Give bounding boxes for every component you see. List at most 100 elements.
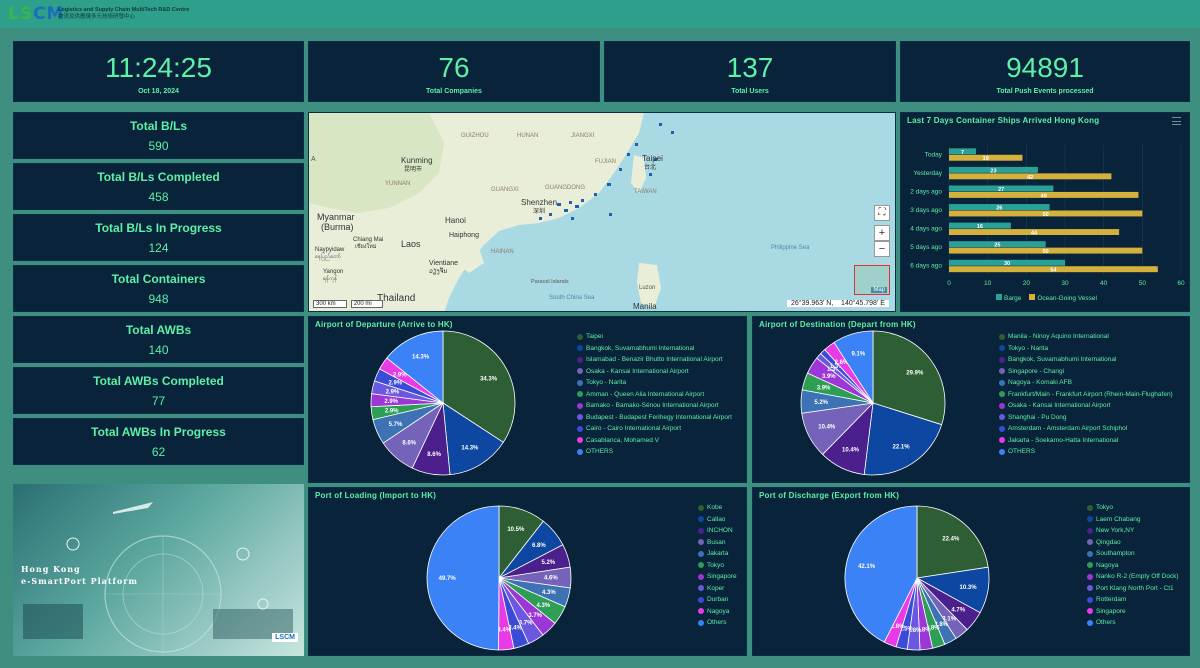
legend-item[interactable]: Amsterdam - Amsterdam Airport Schiphol bbox=[999, 423, 1173, 435]
legend-item[interactable]: Manila - Ninoy Aquino International bbox=[999, 331, 1173, 343]
legend-item[interactable]: Osaka - Kansai International Airport bbox=[999, 400, 1173, 412]
e-smartport-banner[interactable]: Hong Kong e-SmartPort Platform LSCM bbox=[13, 484, 304, 656]
map-label: South China Sea bbox=[549, 295, 595, 301]
legend-dot-icon bbox=[999, 379, 1005, 386]
legend-item[interactable]: Taipei bbox=[577, 331, 732, 343]
zoom-out-button[interactable]: − bbox=[874, 241, 890, 257]
legend-item[interactable]: OTHERS bbox=[999, 446, 1173, 458]
legend-dot-icon bbox=[1087, 619, 1093, 626]
legend-item[interactable]: Koper bbox=[698, 583, 737, 595]
map-label: 昆明市 bbox=[404, 165, 422, 173]
legend-item[interactable]: New York,NY bbox=[1087, 525, 1179, 537]
legend-item[interactable]: Casablanca, Mohamed V bbox=[577, 435, 732, 447]
ships-chart-legend: Barge Ocean-Going Vessel bbox=[996, 294, 1097, 302]
pie-slice-label: 2.9% bbox=[384, 399, 398, 405]
map-type-toggle[interactable]: Map bbox=[854, 265, 890, 295]
legend-item[interactable]: Jakarta - Soekarno-Hatta International bbox=[999, 435, 1173, 447]
legend-item[interactable]: Rotterdam bbox=[1087, 594, 1179, 606]
legend-item[interactable]: Tokyo bbox=[1087, 502, 1179, 514]
map-label: FUJIAN bbox=[595, 159, 616, 165]
legend-item[interactable]: Nanko R-2 (Empty Off Dock) bbox=[1087, 571, 1179, 583]
pie-slice-label: 2.9% bbox=[385, 408, 399, 414]
legend-item[interactable]: Tokyo bbox=[698, 560, 737, 572]
legend-dot-icon bbox=[999, 391, 1005, 398]
total-push-events-card: 94891 Total Push Events processed bbox=[900, 41, 1190, 102]
total-companies-value: 76 bbox=[438, 52, 470, 83]
legend-item[interactable]: Tokyo - Narita bbox=[999, 343, 1173, 355]
legend-item[interactable]: Shanghai - Pu Dong bbox=[999, 412, 1173, 424]
legend-item[interactable]: Nagoya bbox=[1087, 560, 1179, 572]
legend-item[interactable]: Jakarta bbox=[698, 548, 737, 560]
legend-item[interactable]: Qingdao bbox=[1087, 537, 1179, 549]
legend-dot-icon bbox=[999, 333, 1005, 340]
side-stat-title: Total AWBs In Progress bbox=[91, 425, 226, 439]
map-label: Paracel Islands bbox=[531, 279, 569, 285]
legend-item[interactable]: Busan bbox=[698, 537, 737, 549]
zoom-in-button[interactable]: + bbox=[874, 225, 890, 241]
legend-item[interactable]: Islamabad - Benazir Bhutto International… bbox=[577, 354, 732, 366]
legend-item[interactable]: Callao bbox=[698, 514, 737, 526]
pie-slice-label: 34.3% bbox=[480, 376, 498, 382]
legend-dot-icon bbox=[1087, 585, 1093, 592]
legend-item[interactable]: Bamako - Bamako-Sénou International Airp… bbox=[577, 400, 732, 412]
map-label: Taipei bbox=[642, 154, 663, 163]
legend-dot-icon bbox=[1087, 596, 1093, 603]
legend-label: Singapore bbox=[1096, 607, 1126, 615]
legend-label: Nagoya bbox=[1096, 561, 1119, 569]
map-label: TAIWAN bbox=[634, 189, 657, 195]
map-label: JIANGXI bbox=[571, 133, 595, 139]
legend-item[interactable]: Singapore bbox=[1087, 606, 1179, 618]
legend-dot-icon bbox=[698, 573, 704, 580]
legend-label: Budapest - Budapest Ferihegy Internation… bbox=[586, 413, 732, 421]
legend-dot-icon bbox=[1087, 608, 1093, 615]
pie-slice-label: 5.2% bbox=[541, 560, 555, 566]
side-stat-card: Total AWBs 140 bbox=[13, 316, 304, 363]
legend-barge[interactable]: Barge bbox=[996, 294, 1021, 302]
legend-item[interactable]: Budapest - Budapest Ferihegy Internation… bbox=[577, 412, 732, 424]
legend-item[interactable]: Bangkok, Suvarnabhumi International bbox=[999, 354, 1173, 366]
legend-item[interactable]: Laem Chabang bbox=[1087, 514, 1179, 526]
legend-item[interactable]: Frankfurt/Main - Frankfurt Airport (Rhei… bbox=[999, 389, 1173, 401]
legend-label: Port Klang North Port - Ct1 bbox=[1096, 584, 1174, 592]
legend-label: Islamabad - Benazir Bhutto International… bbox=[586, 356, 723, 364]
clock-time: 11:24:25 bbox=[105, 52, 212, 83]
legend-item[interactable]: Others bbox=[698, 617, 737, 629]
total-companies-card: 76 Total Companies bbox=[308, 41, 600, 102]
legend-dot-icon bbox=[577, 333, 583, 340]
fullscreen-button[interactable]: ⛶ bbox=[874, 205, 890, 221]
side-stat-title: Total B/Ls Completed bbox=[97, 170, 220, 184]
legend-item[interactable]: Port Klang North Port - Ct1 bbox=[1087, 583, 1179, 595]
legend-item[interactable]: INCHON bbox=[698, 525, 737, 537]
legend-barge-label: Barge bbox=[1004, 295, 1022, 302]
legend-item[interactable]: Amman - Queen Alia International Airport bbox=[577, 389, 732, 401]
map-canvas[interactable]: GUIZHOU HUNAN JIANGXI YUNNAN GUANGXI GUA… bbox=[309, 113, 896, 312]
map-scale-bar: 300 km 200 mi bbox=[313, 300, 383, 308]
ship-tracking-map[interactable]: GUIZHOU HUNAN JIANGXI YUNNAN GUANGXI GUA… bbox=[308, 112, 896, 312]
legend-item[interactable]: Kobe bbox=[698, 502, 737, 514]
legend-label: Frankfurt/Main - Frankfurt Airport (Rhei… bbox=[1008, 390, 1173, 398]
legend-ocean-going-vessel[interactable]: Ocean-Going Vessel bbox=[1029, 294, 1097, 302]
legend-item[interactable]: Others bbox=[1087, 617, 1179, 629]
legend-item[interactable]: OTHERS bbox=[577, 446, 732, 458]
legend-item[interactable]: Bangkok, Suvarnabhumi International bbox=[577, 343, 732, 355]
legend-item[interactable]: Cairo - Cairo International Airport bbox=[577, 423, 732, 435]
pie-slice-label: 4.7% bbox=[951, 607, 965, 613]
legend-dot-icon bbox=[698, 504, 704, 511]
legend-item[interactable]: Tokyo - Narita bbox=[577, 377, 732, 389]
legend-item[interactable]: Singapore bbox=[698, 571, 737, 583]
legend-item[interactable]: Nagoya bbox=[698, 606, 737, 618]
map-label: ရန်ကုန် bbox=[323, 274, 337, 283]
legend-item[interactable]: Durban bbox=[698, 594, 737, 606]
x-tick-label: 0 bbox=[947, 280, 951, 287]
legend-item[interactable]: Osaka - Kansai International Airport bbox=[577, 366, 732, 378]
lscm-logo[interactable]: LSCM bbox=[8, 4, 63, 24]
legend-label: Amsterdam - Amsterdam Airport Schiphol bbox=[1008, 425, 1128, 433]
map-label: Vientiane bbox=[429, 260, 458, 267]
legend-label: Jakarta bbox=[707, 550, 729, 558]
legend-dot-icon bbox=[577, 448, 583, 455]
legend-item[interactable]: Nagoya - Komaki AFB bbox=[999, 377, 1173, 389]
legend-label: OTHERS bbox=[1008, 448, 1036, 456]
legend-item[interactable]: Singapore - Changi bbox=[999, 366, 1173, 378]
legend-item[interactable]: Southampton bbox=[1087, 548, 1179, 560]
discharge-pie-legend: Tokyo Laem Chabang New York,NY Qingdao South… bbox=[1087, 502, 1179, 629]
